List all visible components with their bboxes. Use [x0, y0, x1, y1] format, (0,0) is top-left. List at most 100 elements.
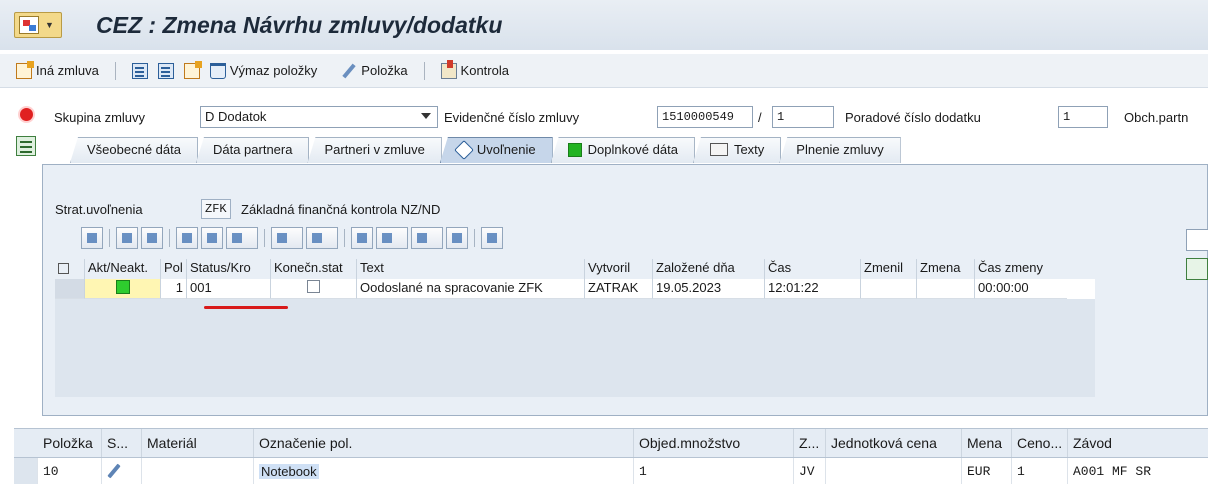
column-header[interactable]: Zmena — [917, 259, 975, 279]
select-column-icon[interactable] — [55, 259, 85, 279]
row-selector[interactable] — [55, 279, 85, 299]
info-icon[interactable] — [481, 227, 503, 249]
green-light-icon — [115, 280, 130, 294]
pencil-icon — [107, 464, 121, 478]
deselect-all-button[interactable] — [156, 59, 176, 83]
change-cell — [917, 279, 975, 299]
tab-partner-data[interactable]: Dáta partnera — [195, 137, 310, 163]
price-unit-cell[interactable]: 1 — [1012, 458, 1068, 484]
item-description-cell[interactable]: Notebook — [254, 458, 634, 484]
find-next-icon[interactable] — [201, 227, 223, 249]
deselect-all-icon — [157, 62, 174, 79]
material-cell[interactable] — [142, 458, 254, 484]
delete-item-button[interactable]: Výmaz položky — [208, 59, 319, 83]
item-button[interactable]: Položka — [339, 59, 409, 83]
tab-partners-in-contract[interactable]: Partneri v zmluve — [307, 137, 442, 163]
layout-icon[interactable] — [446, 227, 468, 249]
column-header[interactable]: Status/Kro — [187, 259, 271, 279]
export-icon[interactable] — [411, 227, 443, 249]
select-all-button[interactable] — [130, 59, 150, 83]
select-all-icon — [131, 62, 148, 79]
tab-contract-fulfillment[interactable]: Plnenie zmluvy — [779, 137, 901, 163]
column-header[interactable]: Zmenil — [861, 259, 917, 279]
print-icon[interactable] — [351, 227, 373, 249]
release-strategy-label: Strat.uvoľnenia — [55, 202, 143, 217]
find-icon[interactable] — [176, 227, 198, 249]
column-header[interactable]: Čas zmeny — [975, 259, 1067, 279]
check-button[interactable]: Kontrola — [439, 59, 511, 83]
column-header[interactable]: Označenie pol. — [254, 429, 634, 457]
edit-item-cell[interactable] — [102, 458, 142, 484]
currency-cell[interactable]: EUR — [962, 458, 1012, 484]
views-icon[interactable] — [376, 227, 408, 249]
change-time-cell: 00:00:00 — [975, 279, 1067, 299]
column-header[interactable]: Z... — [794, 429, 826, 457]
other-contract-button[interactable]: Iná zmluva — [14, 59, 101, 83]
tab-release[interactable]: Uvoľnenie — [439, 137, 553, 163]
contract-header: Skupina zmluvy D Dodatok Evidenčné číslo… — [0, 104, 1208, 130]
sort-descending-icon[interactable] — [141, 227, 163, 249]
item-label: Položka — [361, 63, 408, 78]
plant-cell[interactable]: A001 MF SR — [1068, 458, 1208, 484]
sum-icon[interactable] — [271, 227, 303, 249]
filter-icon[interactable] — [226, 227, 258, 249]
business-partner-label: Obch.partn — [1124, 110, 1189, 125]
sort-ascending-icon[interactable] — [116, 227, 138, 249]
contract-number-separator: / — [758, 110, 762, 125]
tab-general-data[interactable]: Všeobecné dáta — [70, 137, 198, 163]
column-header[interactable]: Pol — [161, 259, 187, 279]
app-menu-button[interactable]: ▼ — [14, 12, 62, 38]
copy-button[interactable] — [182, 59, 202, 83]
check-icon — [440, 59, 457, 79]
created-by-cell: ZATRAK — [585, 279, 653, 299]
title-bar: ▼ CEZ : Zmena Návrhu zmluvy/dodatku — [0, 0, 1208, 50]
final-status-checkbox[interactable] — [307, 280, 320, 293]
row-selector[interactable] — [14, 458, 38, 484]
green-square-icon — [567, 143, 582, 157]
position-cell: 1 — [161, 279, 187, 299]
partner-field[interactable] — [1186, 229, 1208, 251]
release-tab-panel: Strat.uvoľnenia ZFK Základná finančná ko… — [42, 164, 1208, 416]
column-header[interactable]: Mena — [962, 429, 1012, 457]
details-icon[interactable] — [81, 227, 103, 249]
quantity-cell[interactable]: 1 — [634, 458, 794, 484]
grid-toolbar — [81, 226, 503, 250]
subtotal-icon[interactable] — [306, 227, 338, 249]
column-header[interactable]: Konečn.stat — [271, 259, 357, 279]
unit-cell[interactable]: JV — [794, 458, 826, 484]
column-header[interactable]: Vytvoril — [585, 259, 653, 279]
toolbar-divider — [169, 229, 170, 247]
contract-number-field[interactable]: 1510000549 — [657, 106, 753, 128]
column-header[interactable]: S... — [102, 429, 142, 457]
delete-item-label: Výmaz položky — [229, 63, 318, 78]
tab-label: Plnenie zmluvy — [796, 142, 884, 157]
contract-group-value: D Dodatok — [205, 109, 267, 124]
unit-price-cell[interactable] — [826, 458, 962, 484]
annotation-underline — [204, 306, 288, 309]
column-header[interactable]: Objed.množstvo — [634, 429, 794, 457]
column-header[interactable]: Akt/Neakt. — [85, 259, 161, 279]
toolbar-divider — [264, 229, 265, 247]
amendment-number-field[interactable]: 1 — [1058, 106, 1108, 128]
column-header[interactable]: Ceno... — [1012, 429, 1068, 457]
tab-label: Partneri v zmluve — [324, 142, 425, 157]
release-strategy-description: Základná finančná kontrola NZ/ND — [241, 202, 441, 217]
column-header[interactable]: Jednotková cena — [826, 429, 962, 457]
contract-subnumber-field[interactable]: 1 — [772, 106, 834, 128]
side-panel-icon[interactable] — [1186, 258, 1208, 280]
column-header[interactable]: Materiál — [142, 429, 254, 457]
tab-texts[interactable]: Texty — [692, 137, 782, 163]
column-header[interactable]: Položka — [38, 429, 102, 457]
contract-group-dropdown[interactable]: D Dodatok — [200, 106, 438, 128]
column-header[interactable]: Založené dňa — [653, 259, 765, 279]
table-row[interactable]: 1 001 Oodoslané na spracovanie ZFK ZATRA… — [55, 279, 1095, 299]
grid-empty-area — [55, 299, 1095, 397]
table-row[interactable]: 10 Notebook 1 JV EUR 1 A001 MF SR — [14, 458, 1208, 484]
tab-additional-data[interactable]: Doplnkové dáta — [550, 137, 695, 163]
check-label: Kontrola — [460, 63, 509, 78]
column-header[interactable]: Text — [357, 259, 585, 279]
tab-label: Texty — [733, 142, 765, 157]
column-header[interactable]: Čas — [765, 259, 861, 279]
layout-toggle-icon[interactable] — [16, 136, 36, 156]
column-header[interactable]: Závod — [1068, 429, 1208, 457]
